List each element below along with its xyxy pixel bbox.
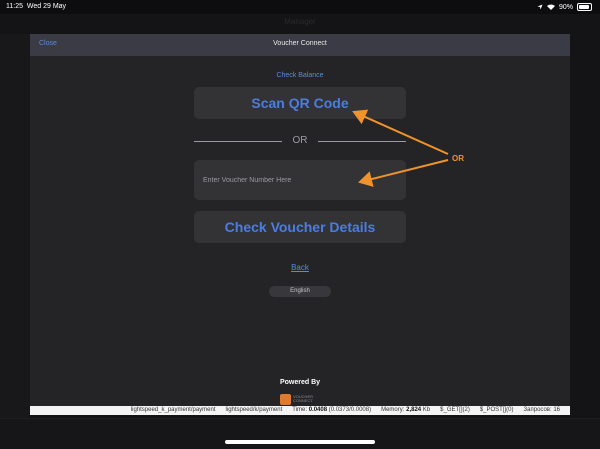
status-bar: 11:25 Wed 29 May 90% (0, 0, 600, 14)
background-sidebar (0, 34, 30, 434)
close-button[interactable]: Close (39, 40, 57, 47)
wifi-icon (546, 4, 555, 10)
location-icon (537, 4, 543, 10)
modal-header: Close Voucher Connect (30, 34, 570, 56)
language-selector[interactable]: English (269, 286, 331, 297)
debug-toolbar: lightspeed_k_payment/payment lightspeed/… (30, 406, 570, 415)
logo-mark-icon (280, 393, 291, 405)
debug-get: $_GET[](2) (440, 407, 470, 413)
debug-post: $_POST[](0) (479, 407, 514, 413)
back-link-container: Back (30, 263, 570, 272)
annotation-or-label: OR (452, 154, 464, 163)
or-divider: OR (194, 134, 406, 148)
voucher-number-input[interactable] (194, 160, 406, 200)
logo-text: VOUCHER CONNECT (293, 394, 314, 403)
or-divider-line-right (318, 141, 406, 142)
background-tabbar (0, 418, 600, 449)
status-right: 90% (537, 3, 592, 11)
modal-title: Voucher Connect (273, 40, 327, 47)
debug-path: lightspeed/k/payment (225, 407, 283, 413)
status-time: 11:25 Wed 29 May (6, 3, 67, 10)
home-indicator[interactable] (225, 440, 375, 444)
check-balance-container: Check Balance (30, 72, 570, 79)
battery-percent: 90% (558, 3, 573, 11)
voucher-connect-modal: Close Voucher Connect Check Balance Scan… (30, 34, 570, 414)
debug-memory: Memory: 2,824 Kb (381, 407, 431, 413)
powered-by-label: Powered By (279, 379, 321, 386)
check-balance-link[interactable]: Check Balance (276, 72, 323, 79)
debug-queries: Запросов: 16 (523, 407, 560, 413)
debug-time: Time: 0.0408 (0.0373/0.0008) (292, 407, 372, 413)
back-link[interactable]: Back (291, 263, 309, 272)
check-voucher-details-button[interactable]: Check Voucher Details (194, 211, 406, 243)
debug-route: lightspeed_k_payment/payment (130, 407, 216, 413)
background-title: Manager (284, 17, 316, 26)
battery-icon (577, 3, 592, 11)
scan-qr-code-button[interactable]: Scan QR Code (194, 87, 406, 119)
